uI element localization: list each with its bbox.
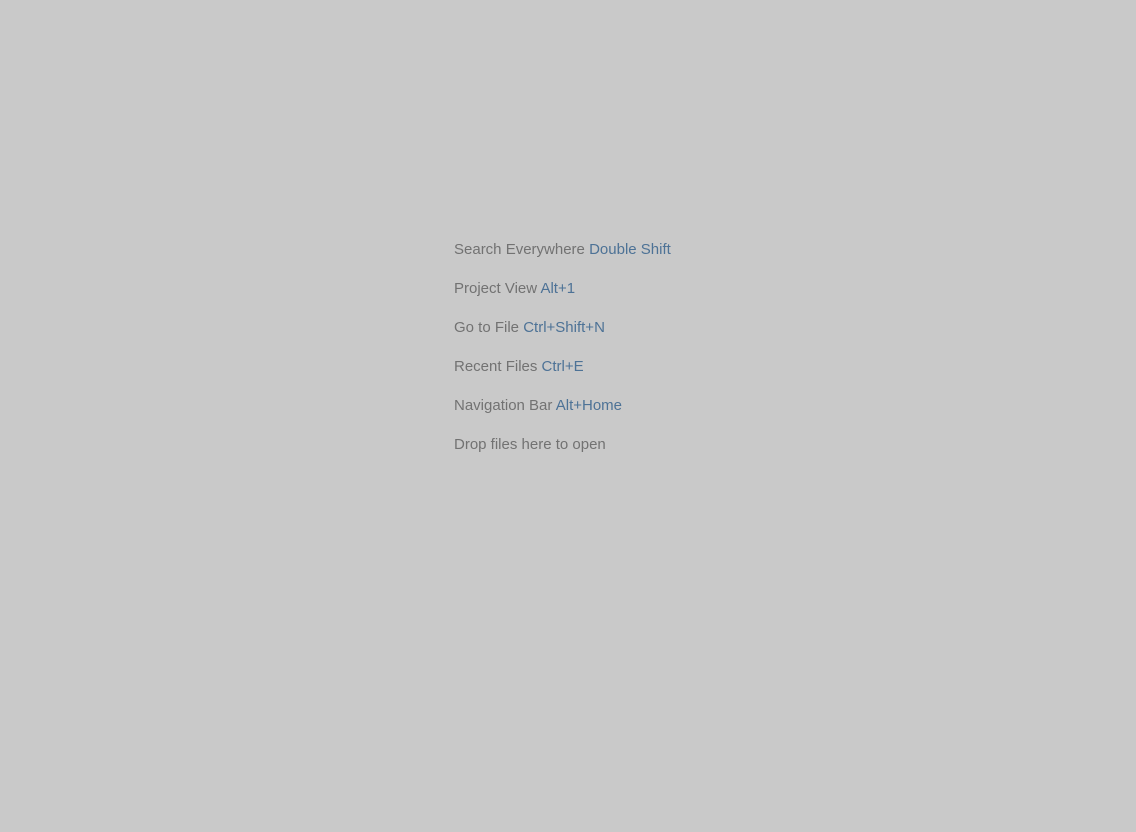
hint-shortcut: Double Shift <box>589 241 671 258</box>
hint-project-view: Project View Alt+1 <box>454 279 671 299</box>
hint-drop-files[interactable]: Drop files here to open <box>454 435 671 455</box>
hint-shortcut: Alt+Home <box>556 397 622 414</box>
hint-search-everywhere: Search Everywhere Double Shift <box>454 240 671 260</box>
hint-label: Search Everywhere <box>454 241 585 258</box>
hint-navigation-bar: Navigation Bar Alt+Home <box>454 396 671 416</box>
hint-shortcut: Ctrl+E <box>542 358 584 375</box>
hint-recent-files: Recent Files Ctrl+E <box>454 357 671 377</box>
hint-go-to-file: Go to File Ctrl+Shift+N <box>454 318 671 338</box>
empty-editor-hints: Search Everywhere Double Shift Project V… <box>454 240 671 474</box>
drop-files-label: Drop files here to open <box>454 436 606 453</box>
hint-label: Navigation Bar <box>454 397 552 414</box>
hint-label: Project View <box>454 280 537 297</box>
hint-label: Go to File <box>454 319 519 336</box>
hint-shortcut: Alt+1 <box>540 280 575 297</box>
hint-label: Recent Files <box>454 358 537 375</box>
hint-shortcut: Ctrl+Shift+N <box>523 319 605 336</box>
